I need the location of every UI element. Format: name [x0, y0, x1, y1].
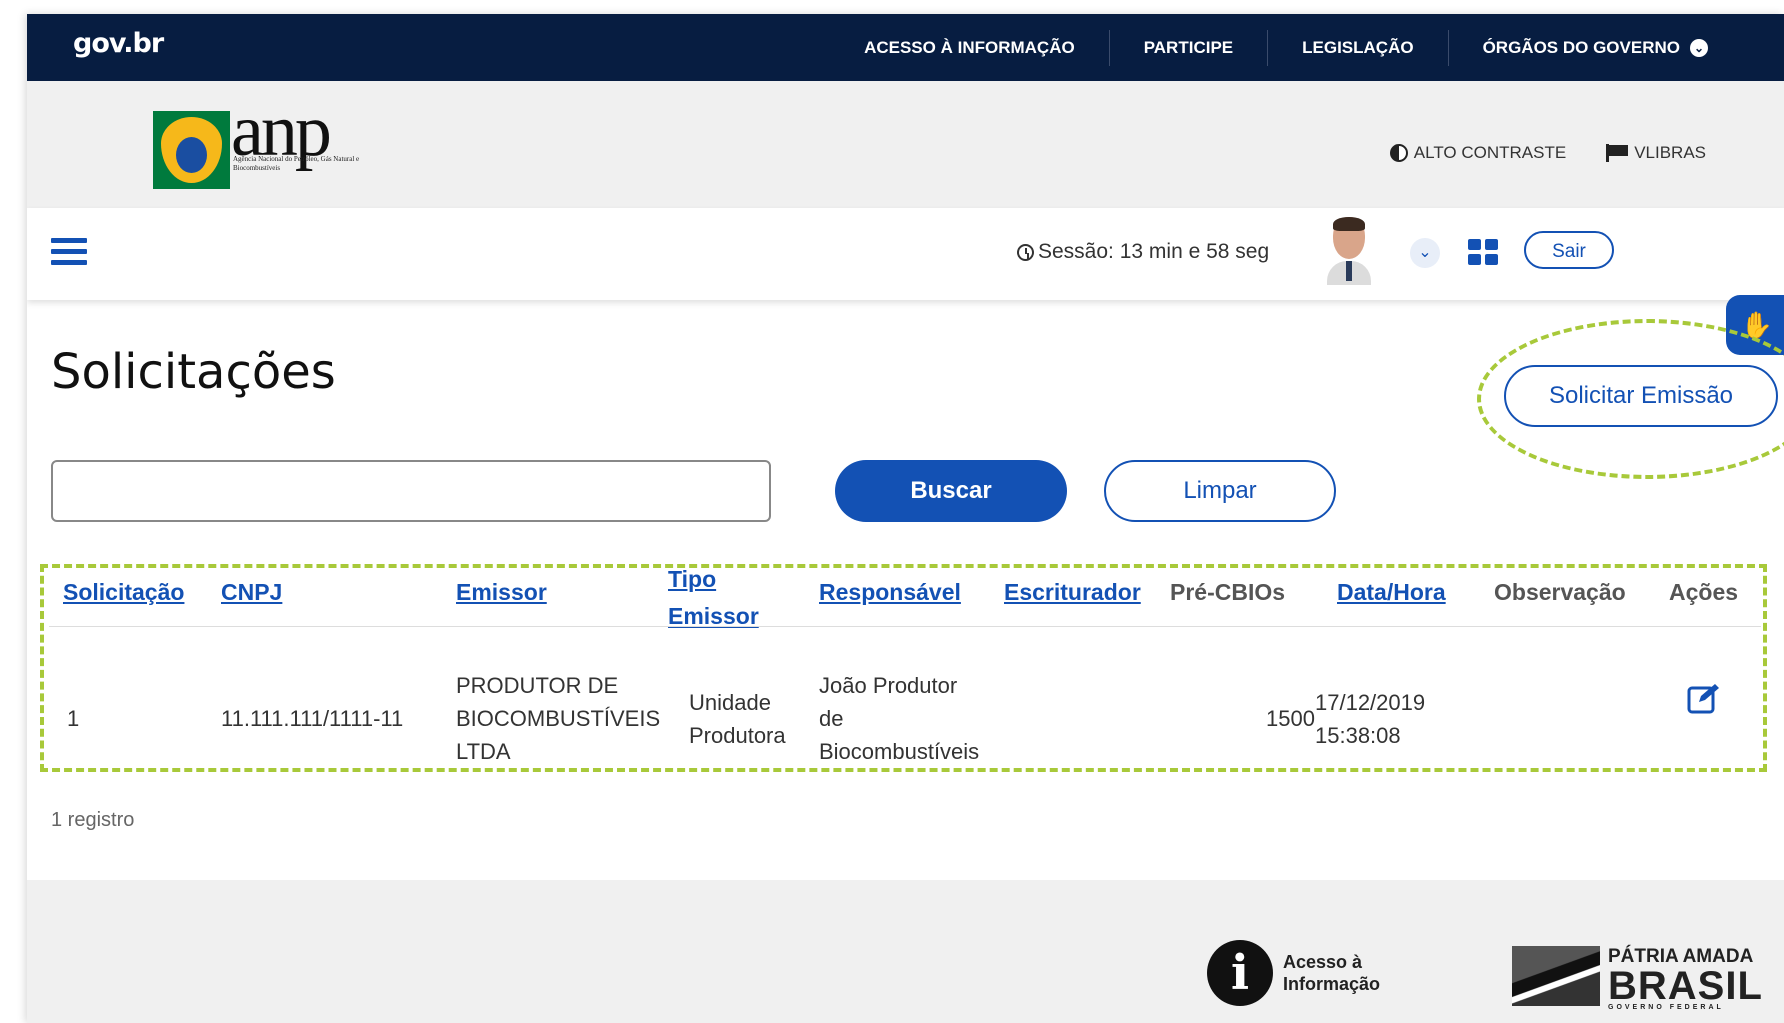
info-icon: i [1207, 940, 1273, 1006]
cell-hora-line: 15:38:08 [1315, 723, 1401, 748]
nav-participe[interactable]: PARTICIPE [1108, 29, 1267, 66]
th-responsavel[interactable]: Responsável [819, 579, 961, 606]
th-pre-cbios: Pré-CBIOs [1170, 579, 1286, 605]
site-header: anp Agência Nacional do Petróleo, Gás Na… [27, 81, 1784, 208]
nav-legislacao[interactable]: LEGISLAÇÃO [1267, 29, 1447, 66]
alto-contraste-label: ALTO CONTRASTE [1413, 143, 1567, 162]
cell-responsavel: João Produtor de Biocombustíveis [819, 669, 979, 768]
alto-contraste-button[interactable]: ALTO CONTRASTE [1389, 143, 1567, 163]
table-header-divider [49, 626, 1761, 627]
cell-emissor-line: PRODUTOR DE [456, 673, 619, 698]
sair-button[interactable]: Sair [1524, 231, 1614, 269]
contrast-icon [1389, 144, 1408, 162]
page-footer: i Acesso à Informação PÁTRIA AMADA BRASI… [27, 880, 1784, 1023]
cell-emissor: PRODUTOR DE BIOCOMBUSTÍVEIS LTDA [456, 669, 660, 768]
cell-responsavel-line: João Produtor [819, 673, 958, 698]
record-count: 1 registro [51, 809, 135, 831]
vlibras-label: VLIBRAS [1634, 143, 1706, 162]
solicitar-emissao-button[interactable]: Solicitar Emissão [1504, 365, 1778, 427]
avatar[interactable] [1327, 217, 1371, 285]
th-emissor[interactable]: Emissor [456, 579, 547, 606]
user-menu-chevron-icon[interactable]: ⌄ [1410, 238, 1440, 268]
search-input[interactable] [51, 460, 771, 522]
vlibras-button[interactable]: VLIBRAS [1606, 143, 1706, 163]
buscar-button[interactable]: Buscar [835, 460, 1067, 522]
cell-tipo-line: Produtora [689, 723, 786, 748]
brasil-text: PÁTRIA AMADA BRASIL GOVERNO FEDERAL [1608, 946, 1763, 1011]
cell-solicitacao: 1 [67, 706, 80, 731]
limpar-button[interactable]: Limpar [1104, 460, 1336, 522]
anp-subtitle: Agência Nacional do Petróleo, Gás Natura… [233, 155, 360, 172]
browser-page: gov.br ACESSO À INFORMAÇÃO PARTICIPE LEG… [27, 14, 1784, 1023]
cell-emissor-line: LTDA [456, 739, 511, 764]
cell-tipo-line: Unidade [689, 690, 771, 715]
cell-emissor-line: BIOCOMBUSTÍVEIS [456, 706, 661, 731]
session-timer: Sessão: 13 min e 58 seg [1017, 240, 1269, 264]
th-cnpj[interactable]: CNPJ [221, 579, 282, 606]
cell-responsavel-line: Biocombustíveis [819, 739, 980, 764]
session-text: Sessão: 13 min e 58 seg [1038, 240, 1270, 263]
app-toolbar: Sessão: 13 min e 58 seg ⌄ Sair [27, 208, 1784, 300]
th-tipo-emissor[interactable]: Tipo Emissor [668, 561, 759, 635]
nav-orgaos-governo[interactable]: ÓRGÃOS DO GOVERNO ⌄ [1447, 29, 1742, 66]
clock-icon [1017, 243, 1034, 261]
chevron-down-icon: ⌄ [1690, 39, 1708, 58]
acesso-informacao-logo[interactable]: i Acesso à Informação [1207, 940, 1393, 1006]
anp-mark [153, 111, 230, 189]
gov-nav: ACESSO À INFORMAÇÃO PARTICIPE LEGISLAÇÃO… [830, 14, 1742, 81]
patria-amada-brasil-logo[interactable]: PÁTRIA AMADA BRASIL GOVERNO FEDERAL [1512, 946, 1763, 1011]
accessibility-tools: ALTO CONTRASTE VLIBRAS [1389, 143, 1706, 163]
nav-acesso-informacao[interactable]: ACESSO À INFORMAÇÃO [830, 30, 1109, 66]
edit-icon[interactable] [1687, 682, 1721, 714]
informacao-line: Informação [1283, 974, 1381, 994]
th-data-hora[interactable]: Data/Hora [1337, 579, 1446, 606]
anp-logo[interactable]: anp Agência Nacional do Petróleo, Gás Na… [153, 90, 363, 189]
cell-pre-cbios: 1500 [1266, 706, 1315, 731]
cell-cnpj: 11.111.111/1111-11 [221, 706, 404, 731]
th-escriturador[interactable]: Escriturador [1004, 579, 1141, 606]
gov-bar: gov.br ACESSO À INFORMAÇÃO PARTICIPE LEG… [27, 14, 1784, 81]
cell-data-hora: 17/12/2019 15:38:08 [1315, 686, 1425, 752]
page-title: Solicitações [51, 344, 336, 400]
cell-tipo: Unidade Produtora [689, 686, 786, 752]
acesso-line: Acesso à [1283, 952, 1363, 972]
cell-responsavel-line: de [819, 706, 844, 731]
brasil-text-big: BRASIL [1608, 964, 1763, 1008]
govbr-logo[interactable]: gov.br [73, 28, 164, 59]
apps-grid-icon[interactable] [1468, 239, 1498, 265]
flag-icon [1606, 144, 1629, 162]
th-solicitacao[interactable]: Solicitação [63, 579, 184, 606]
nav-orgaos-label: ÓRGÃOS DO GOVERNO [1482, 37, 1680, 57]
th-observacao: Observação [1494, 579, 1626, 605]
cell-data-line: 17/12/2019 [1315, 690, 1426, 715]
th-acoes: Ações [1669, 579, 1739, 605]
hamburger-menu-icon[interactable] [51, 238, 87, 266]
brasil-mark-icon [1512, 946, 1600, 1006]
acesso-informacao-text: Acesso à Informação [1283, 951, 1393, 995]
